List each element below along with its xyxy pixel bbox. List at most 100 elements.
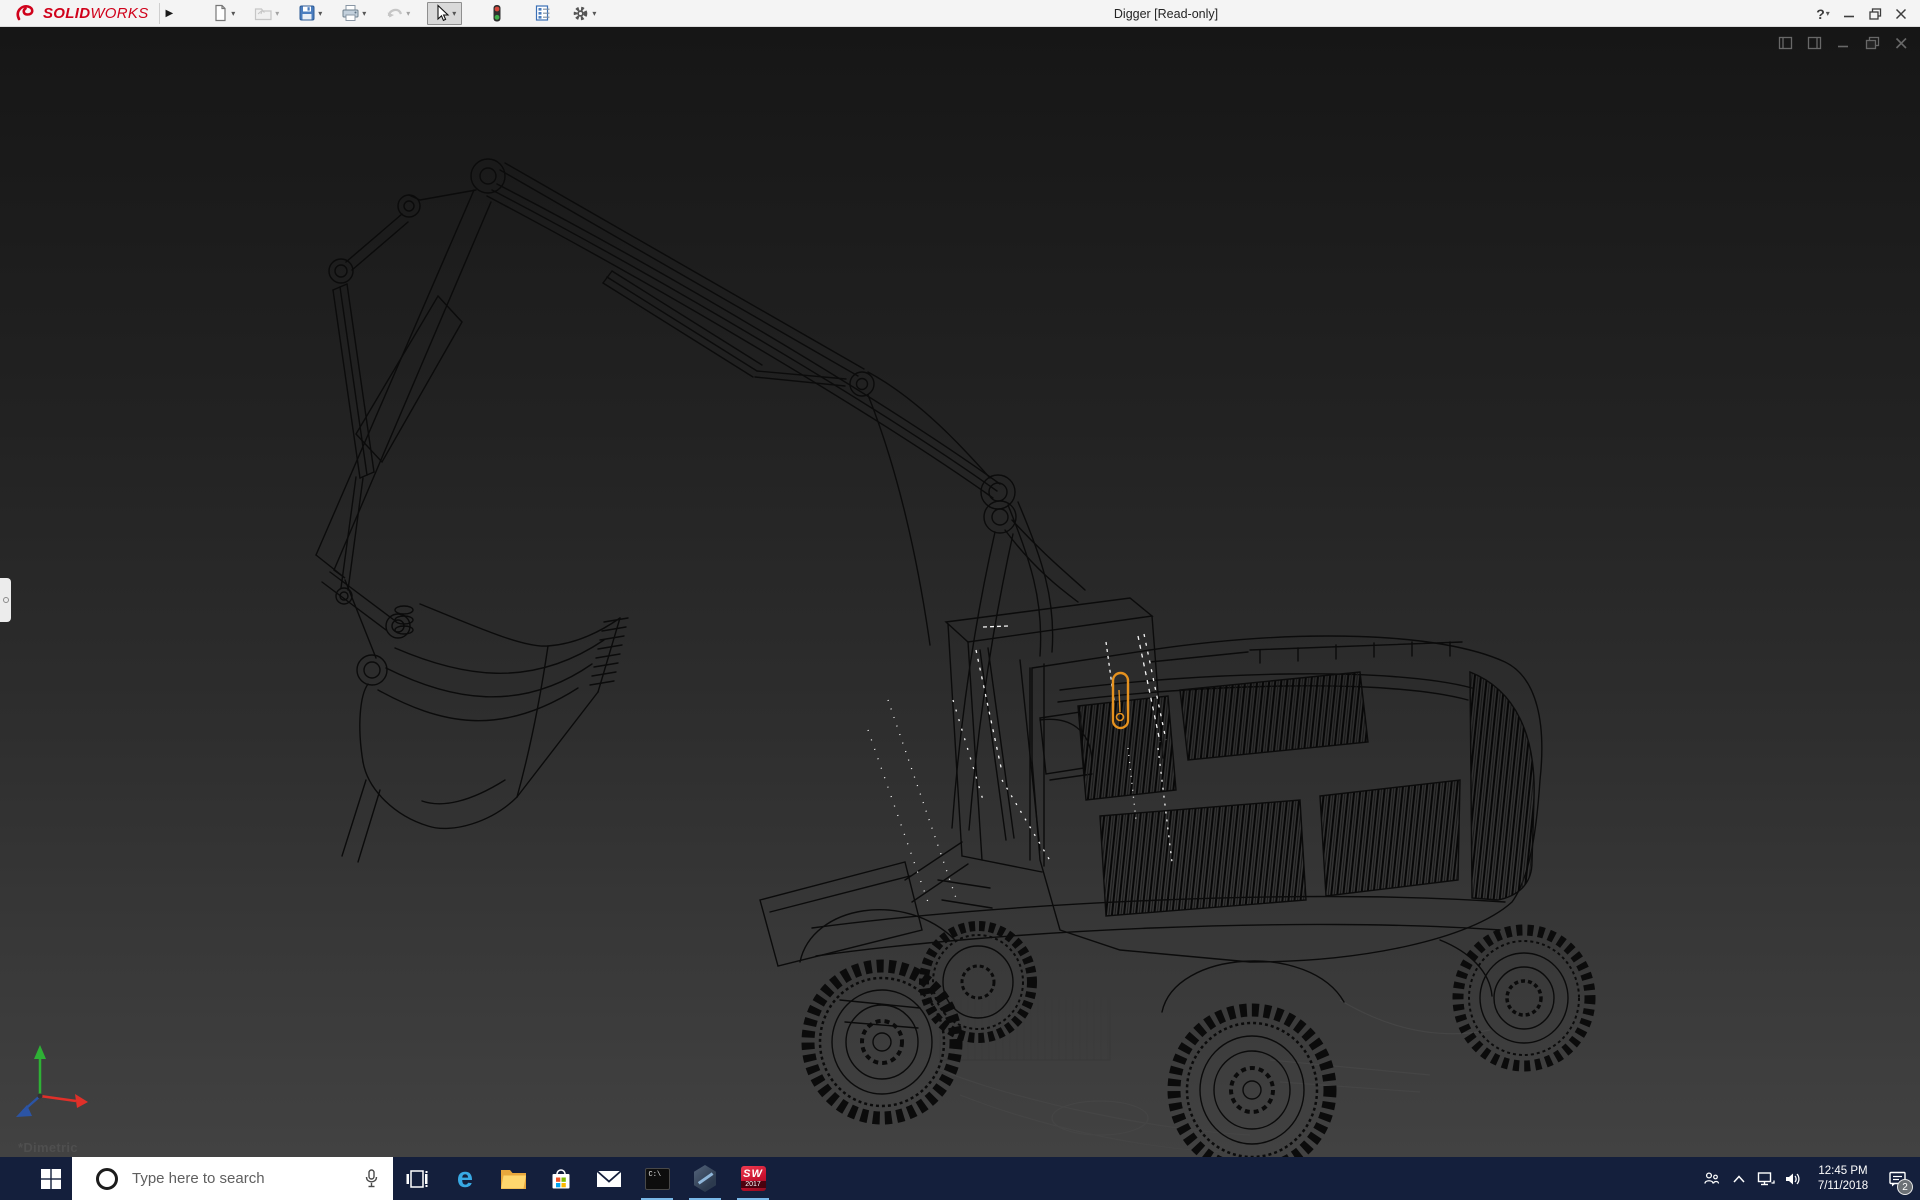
document-close-button[interactable]: [1892, 35, 1910, 51]
dropdown-caret: ▾: [1826, 9, 1830, 18]
document-restore-icon: [1865, 36, 1880, 50]
chevron-up-icon: [1732, 1174, 1746, 1184]
volume-button[interactable]: [1779, 1157, 1806, 1200]
document-window-controls: [1776, 35, 1910, 51]
orientation-triad: [16, 1045, 88, 1117]
undo-button[interactable]: ▾: [383, 2, 412, 25]
panel-tab-dot-icon: [3, 597, 9, 603]
wheel-front-left: [808, 966, 956, 1118]
model-edges: [316, 159, 1542, 1028]
logo-text: SOLIDWORKS: [43, 5, 149, 22]
dropdown-caret[interactable]: ▾: [406, 9, 410, 18]
window-controls: ? ▾: [1810, 0, 1920, 27]
dropdown-caret[interactable]: ▾: [452, 9, 456, 18]
task-view-button[interactable]: [393, 1157, 441, 1200]
stoplight-button[interactable]: [489, 2, 505, 25]
windows-taskbar: Type here to search e: [0, 1157, 1920, 1200]
help-button[interactable]: ? ▾: [1810, 0, 1836, 27]
digger-wireframe-model[interactable]: [0, 27, 1920, 1157]
close-button[interactable]: [1888, 0, 1914, 27]
document-minimize-icon: [1837, 36, 1850, 50]
microsoft-store-icon: [549, 1167, 573, 1191]
open-folder-icon: [254, 4, 273, 22]
print-icon: [341, 4, 360, 22]
taskbar-app-solidworks[interactable]: SW 2017: [729, 1157, 777, 1200]
gear-icon: [571, 4, 590, 23]
dropdown-caret[interactable]: ▾: [275, 9, 279, 18]
start-button[interactable]: [0, 1157, 72, 1200]
clock-date: 7/11/2018: [1810, 1179, 1876, 1194]
windows-logo-icon: [40, 1168, 62, 1190]
dropdown-caret[interactable]: ▾: [592, 9, 596, 18]
undo-arrow-icon: [385, 4, 404, 22]
view-orientation-label: *Dimetric: [18, 1140, 78, 1155]
network-button[interactable]: [1752, 1157, 1779, 1200]
mail-icon: [596, 1169, 622, 1189]
dropdown-caret[interactable]: ▾: [362, 9, 366, 18]
document-close-icon: [1895, 37, 1908, 50]
bill-of-materials-button[interactable]: [532, 2, 554, 25]
notification-badge: 2: [1897, 1179, 1913, 1195]
wheel-rear-right: [1458, 930, 1590, 1066]
taskbar-clock[interactable]: 12:45 PM 7/11/2018: [1810, 1164, 1876, 1194]
action-center-button[interactable]: 2: [1880, 1157, 1914, 1200]
taskbar-app-command-prompt[interactable]: C:\: [633, 1157, 681, 1200]
hexagon-streak: [697, 1172, 712, 1184]
window-panel-right-icon: [1807, 36, 1822, 50]
select-tool-button[interactable]: ▾: [427, 2, 462, 25]
titlebar: SOLIDWORKS ▶ ▾ ▾: [0, 0, 1920, 27]
dropdown-caret[interactable]: ▾: [231, 9, 235, 18]
speaker-icon: [1784, 1171, 1802, 1187]
new-document-icon: [211, 4, 229, 22]
minimize-button[interactable]: [1836, 0, 1862, 27]
network-icon: [1757, 1171, 1775, 1187]
task-view-icon: [405, 1168, 429, 1190]
select-cursor-icon: [433, 4, 450, 22]
graphics-area[interactable]: *Dimetric: [0, 27, 1920, 1157]
save-floppy-icon: [298, 4, 316, 22]
new-document-button[interactable]: ▾: [209, 2, 237, 25]
restore-button[interactable]: [1862, 0, 1888, 27]
taskbar-search-input[interactable]: Type here to search: [72, 1157, 393, 1200]
options-button[interactable]: ▾: [569, 2, 598, 25]
microphone-icon[interactable]: [364, 1169, 379, 1193]
feature-panel-collapsed-tab[interactable]: [0, 578, 11, 622]
logo-works: WORKS: [90, 5, 148, 22]
3ds-logo-mark: [14, 3, 40, 23]
hidden-icons-button[interactable]: [1725, 1157, 1752, 1200]
system-tray: 12:45 PM 7/11/2018 2: [1698, 1157, 1920, 1200]
menu-flyout-button[interactable]: ▶: [160, 0, 180, 26]
clock-time: 12:45 PM: [1810, 1164, 1876, 1179]
command-prompt-icon: C:\: [645, 1168, 670, 1190]
solidworks-logo: SOLIDWORKS: [0, 0, 160, 26]
document-restore-button[interactable]: [1863, 35, 1881, 51]
open-button[interactable]: ▾: [252, 2, 281, 25]
people-button[interactable]: [1698, 1157, 1725, 1200]
save-button[interactable]: ▾: [296, 2, 324, 25]
window-panel-left-button[interactable]: [1776, 35, 1794, 51]
search-placeholder-text: Type here to search: [132, 1170, 265, 1187]
view-stoplight-icon: [491, 4, 503, 23]
dropdown-caret[interactable]: ▾: [318, 9, 322, 18]
people-icon: [1703, 1170, 1720, 1187]
document-minimize-button[interactable]: [1834, 35, 1852, 51]
print-button[interactable]: ▾: [339, 2, 368, 25]
close-icon: [1895, 8, 1907, 20]
window-panel-left-icon: [1778, 36, 1793, 50]
taskbar-app-store[interactable]: [537, 1157, 585, 1200]
restore-icon: [1869, 8, 1882, 20]
logo-solid: SOLID: [43, 5, 90, 22]
cortana-icon: [96, 1168, 118, 1190]
solidworks-2017-icon: SW 2017: [741, 1166, 766, 1191]
minimize-icon: [1843, 8, 1855, 20]
edge-icon: e: [457, 1164, 473, 1193]
taskbar-app-edrawings[interactable]: [681, 1157, 729, 1200]
document-title: Digger [Read-only]: [1114, 0, 1218, 27]
taskbar-app-file-explorer[interactable]: [489, 1157, 537, 1200]
taskbar-app-mail[interactable]: [585, 1157, 633, 1200]
file-explorer-icon: [500, 1167, 527, 1190]
quick-access-toolbar: ▾ ▾ ▾: [209, 0, 601, 26]
window-panel-right-button[interactable]: [1805, 35, 1823, 51]
edrawings-hexagon-icon: [693, 1165, 718, 1192]
taskbar-app-edge[interactable]: e: [441, 1157, 489, 1200]
